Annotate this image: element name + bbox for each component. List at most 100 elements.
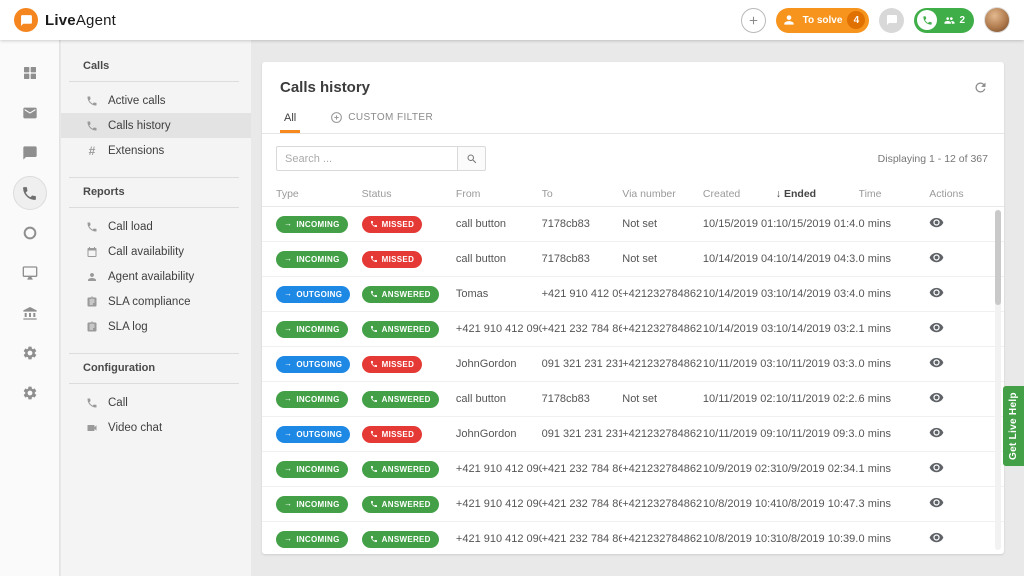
- arrow-right-icon: →: [284, 534, 293, 543]
- liveagent-logo[interactable]: LiveAgent: [14, 8, 116, 32]
- billing-icon[interactable]: [13, 296, 47, 330]
- via-number-cell: +421232784862: [622, 288, 703, 300]
- view-call-eye-icon[interactable]: [929, 390, 944, 405]
- to-solve-button[interactable]: To solve 4: [775, 7, 870, 33]
- tab-all[interactable]: All: [280, 112, 301, 133]
- scrollbar-thumb[interactable]: [995, 210, 1001, 305]
- column-header-to[interactable]: To: [542, 188, 623, 200]
- column-header-actions[interactable]: Actions: [929, 188, 990, 200]
- phone-icon: [85, 95, 99, 107]
- view-call-eye-icon[interactable]: [929, 495, 944, 510]
- view-call-eye-icon[interactable]: [929, 355, 944, 370]
- get-live-help-button[interactable]: Get Live Help: [1003, 386, 1024, 466]
- time-cell: 0 mins: [858, 218, 891, 230]
- nav-item-extensions[interactable]: # Extensions: [61, 138, 251, 163]
- column-header-created[interactable]: Created: [703, 188, 776, 200]
- nav-item-call-availability[interactable]: Call availability: [61, 239, 251, 264]
- type-cell: → OUTGOING: [276, 355, 362, 373]
- add-button[interactable]: [740, 7, 766, 33]
- widgets-icon[interactable]: [13, 256, 47, 290]
- to-cell: +421 232 784 862: [541, 323, 623, 335]
- table-scrollbar[interactable]: [995, 210, 1001, 550]
- time-cell: 1 mins: [858, 323, 891, 335]
- chats-status-button[interactable]: [879, 7, 905, 33]
- column-header-from[interactable]: From: [456, 188, 542, 200]
- nav-item-sla-log[interactable]: SLA log: [61, 314, 251, 339]
- user-avatar[interactable]: [984, 7, 1010, 33]
- nav-item-sla-compliance[interactable]: SLA compliance: [61, 289, 251, 314]
- column-header-type[interactable]: Type: [276, 188, 362, 200]
- call-type-badge: → OUTGOING: [276, 425, 351, 443]
- call-status-badge: ANSWERED: [361, 320, 439, 338]
- tickets-icon[interactable]: [13, 96, 47, 130]
- refresh-button[interactable]: [973, 80, 988, 95]
- nav-item-call[interactable]: Call: [61, 390, 251, 415]
- nav-item-call-load[interactable]: Call load: [61, 214, 251, 239]
- hash-icon: #: [88, 143, 96, 158]
- ended-cell: 10/8/2019 10:39...: [775, 533, 859, 545]
- to-cell: +421 910 412 090: [541, 288, 623, 300]
- from-cell: +421 910 412 090: [455, 323, 542, 335]
- configuration-icon[interactable]: [13, 376, 47, 410]
- calls-history-panel: Calls history All CUSTOM FILTER Displayi…: [262, 62, 1004, 554]
- from-cell: +421 910 412 090: [455, 463, 542, 475]
- phone-icon: [85, 397, 99, 409]
- search-button[interactable]: [458, 146, 486, 171]
- nav-item-active-calls[interactable]: Active calls: [61, 88, 251, 113]
- type-cell: → OUTGOING: [276, 285, 362, 303]
- from-cell: call button: [455, 253, 507, 265]
- online-visitors-icon[interactable]: [13, 216, 47, 250]
- created-cell: 10/9/2019 02:32...: [702, 463, 776, 475]
- calls-icon[interactable]: [12, 176, 47, 210]
- plus-circle-icon: [330, 111, 343, 124]
- calls-status-button[interactable]: 2: [914, 7, 974, 33]
- created-cell: 10/8/2019 10:43...: [702, 498, 776, 510]
- nav-item-agent-availability[interactable]: Agent availability: [61, 264, 251, 289]
- call-type-badge: → OUTGOING: [276, 355, 351, 373]
- to-cell: 091 321 231 231: [541, 358, 623, 370]
- top-bar: LiveAgent To solve 4 2: [0, 0, 1024, 40]
- table-header: Type Status From To Via number Created ↓ Ended T…: [262, 181, 1004, 207]
- tab-custom-filter[interactable]: CUSTOM FILTER: [326, 111, 437, 133]
- column-header-status[interactable]: Status: [362, 188, 456, 200]
- view-call-eye-icon[interactable]: [929, 460, 944, 475]
- nav-item-calls-history[interactable]: Calls history: [61, 113, 251, 138]
- phone-icon: [370, 535, 378, 543]
- phone-icon: [85, 120, 99, 132]
- view-call-eye-icon[interactable]: [929, 215, 944, 230]
- via-number-cell: +421232784862: [622, 428, 703, 440]
- arrow-right-icon: →: [284, 499, 293, 508]
- view-call-eye-icon[interactable]: [929, 285, 944, 300]
- chats-icon[interactable]: [13, 136, 47, 170]
- to-solve-count-badge: 4: [847, 11, 866, 29]
- actions-cell: [929, 355, 990, 373]
- app-window: LiveAgent To solve 4 2 Calls Active call…: [0, 0, 1024, 576]
- nav-item-label: Agent availability: [108, 270, 195, 283]
- sla-icon: [85, 321, 99, 333]
- tab-bar: All CUSTOM FILTER: [262, 107, 1004, 134]
- view-call-eye-icon[interactable]: [929, 530, 944, 545]
- settings-icon[interactable]: [13, 336, 47, 370]
- to-cell: +421 232 784 862: [541, 498, 623, 510]
- type-cell: → INCOMING: [276, 320, 362, 338]
- column-header-time[interactable]: Time: [859, 188, 930, 200]
- table-row: → INCOMING ANSWERED +421 910 412 090 +421 23…: [262, 312, 1004, 347]
- column-header-via-number[interactable]: Via number: [622, 188, 703, 200]
- type-cell: → INCOMING: [276, 495, 362, 513]
- column-header-ended[interactable]: ↓ Ended: [776, 188, 859, 200]
- dashboard-icon[interactable]: [13, 56, 47, 90]
- type-cell: → INCOMING: [276, 215, 362, 233]
- view-call-eye-icon[interactable]: [929, 250, 944, 265]
- created-cell: 10/14/2019 03:2...: [702, 323, 776, 335]
- view-call-eye-icon[interactable]: [929, 320, 944, 335]
- via-number-cell: +421232784862: [622, 463, 703, 475]
- from-cell: call button: [455, 218, 507, 230]
- nav-item-video-chat[interactable]: Video chat: [61, 415, 251, 440]
- time-cell: 1 mins: [858, 463, 891, 475]
- view-call-eye-icon[interactable]: [929, 425, 944, 440]
- table-row: → OUTGOING MISSED JohnGordon 091 321 231 231…: [262, 417, 1004, 452]
- via-number-cell: +421232784862: [622, 358, 703, 370]
- primary-sidebar: [0, 40, 60, 576]
- nav-item-label: Calls history: [108, 119, 171, 132]
- search-input[interactable]: [276, 146, 458, 171]
